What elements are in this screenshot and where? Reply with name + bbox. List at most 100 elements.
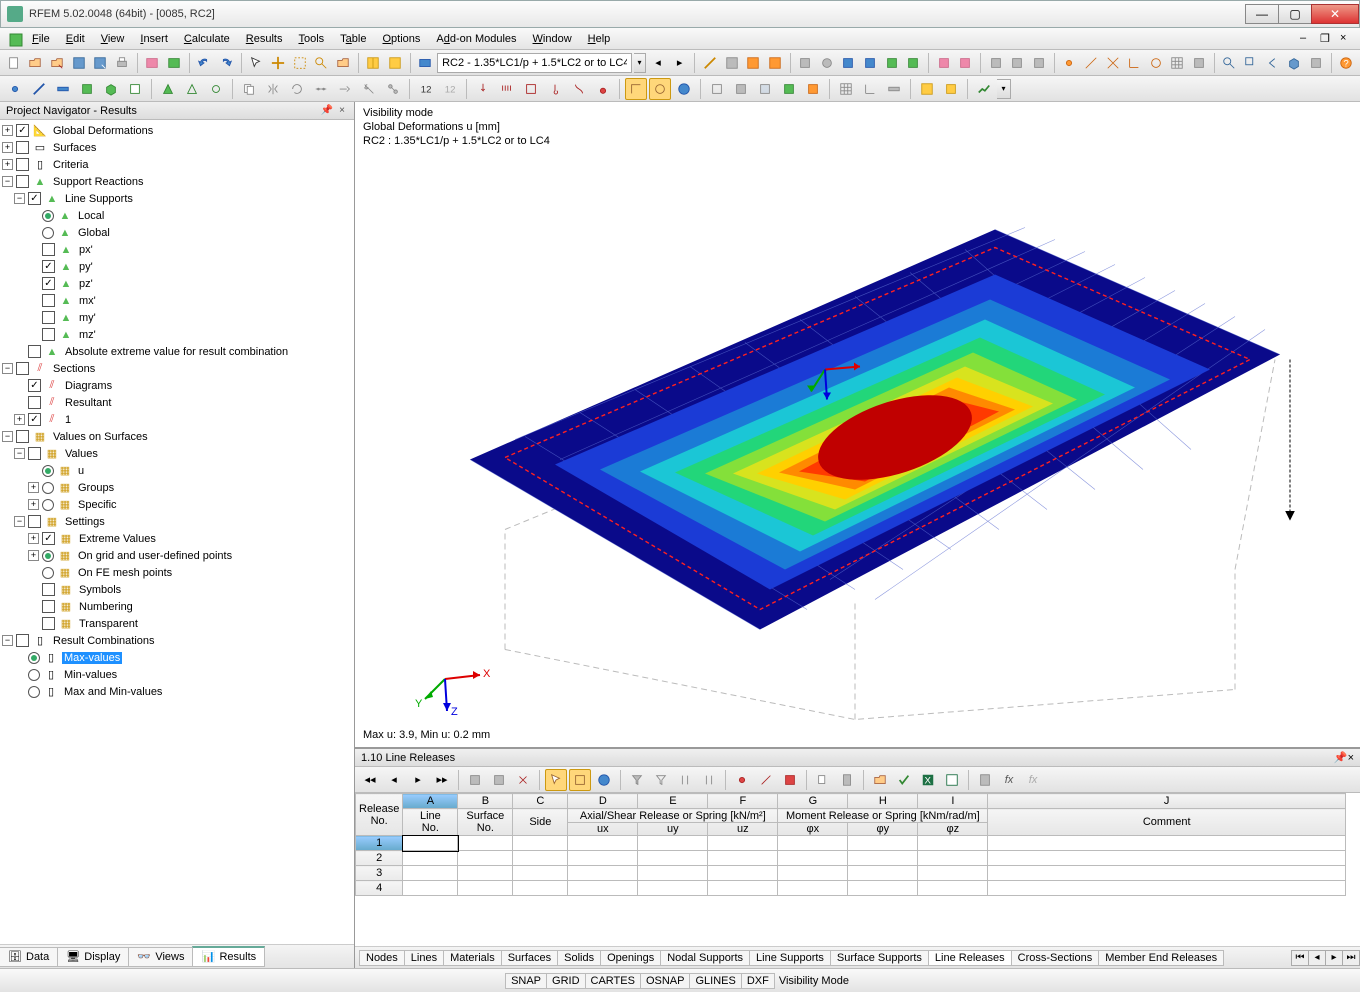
checkbox[interactable] [16, 634, 29, 647]
bp-edit-button[interactable] [464, 769, 486, 791]
tool-h-button[interactable] [956, 52, 976, 74]
view3d-button[interactable] [1284, 52, 1304, 74]
bp-excel2-button[interactable] [941, 769, 963, 791]
saveas-button[interactable] [90, 52, 110, 74]
tree-resultant[interactable]: Resultant [63, 397, 113, 409]
bp-copy-button[interactable] [812, 769, 834, 791]
render-solid-button[interactable] [730, 78, 752, 100]
checkbox[interactable] [28, 447, 41, 460]
ortho-button[interactable] [625, 78, 647, 100]
snap-center-button[interactable] [1146, 52, 1166, 74]
help-button[interactable]: ? [1337, 52, 1357, 74]
tree-transparent[interactable]: Transparent [77, 618, 140, 630]
load-surf-icon[interactable] [520, 78, 542, 100]
table-row[interactable]: 4 [356, 881, 1346, 896]
tool-a-button[interactable] [796, 52, 816, 74]
checkbox[interactable]: ✓ [28, 413, 41, 426]
checkbox[interactable] [28, 515, 41, 528]
render-tex-button[interactable] [802, 78, 824, 100]
tree-section-1[interactable]: 1 [63, 414, 73, 426]
zoom-prev-button[interactable] [1263, 52, 1283, 74]
loadcase-combo[interactable] [437, 53, 632, 73]
tree-sections[interactable]: Sections [51, 363, 97, 375]
tab-member-end-releases[interactable]: Member End Releases [1098, 950, 1224, 966]
col-I[interactable]: I [918, 794, 988, 809]
checkbox[interactable]: ✓ [42, 260, 55, 273]
render-trans-button[interactable] [754, 78, 776, 100]
navigator-close-icon[interactable]: × [336, 105, 348, 116]
checkbox[interactable]: ✓ [28, 379, 41, 392]
col-J[interactable]: J [988, 794, 1346, 809]
selectbox-button[interactable] [290, 52, 310, 74]
open-button[interactable] [26, 52, 46, 74]
member-icon[interactable] [52, 78, 74, 100]
undo-button[interactable] [195, 52, 215, 74]
tree-diagrams[interactable]: Diagrams [63, 380, 114, 392]
render-wire-button[interactable] [706, 78, 728, 100]
mirror-button[interactable] [262, 78, 284, 100]
grid-button[interactable] [835, 78, 857, 100]
checkbox[interactable] [42, 583, 55, 596]
results-toggle2-button[interactable] [765, 52, 785, 74]
menu-edit[interactable]: Edit [58, 31, 93, 47]
navtab-results[interactable]: 📊Results [192, 946, 265, 967]
checkbox[interactable] [16, 430, 29, 443]
bp-surf-icon[interactable] [779, 769, 801, 791]
radio[interactable] [42, 227, 54, 239]
collapse-icon[interactable]: − [2, 635, 13, 646]
tab-openings[interactable]: Openings [600, 950, 661, 966]
tree-maxminvalues[interactable]: Max and Min-values [62, 686, 164, 698]
checkbox[interactable] [42, 243, 55, 256]
tool-k-button[interactable] [1029, 52, 1049, 74]
checkbox[interactable]: ✓ [28, 192, 41, 205]
tree-global-deformations[interactable]: Global Deformations [51, 125, 155, 137]
connect-button[interactable] [382, 78, 404, 100]
tab-lines[interactable]: Lines [404, 950, 444, 966]
tab-line-releases[interactable]: Line Releases [928, 950, 1012, 966]
menu-file[interactable]: File [24, 31, 58, 47]
col-C[interactable]: C [513, 794, 568, 809]
menu-view[interactable]: View [93, 31, 133, 47]
bp-prev-button[interactable]: ◂ [383, 769, 405, 791]
tool-e-button[interactable] [882, 52, 902, 74]
col-G[interactable]: G [778, 794, 848, 809]
loadcase-dropdown[interactable]: ▾ [634, 53, 646, 73]
bp-filter2-button[interactable] [650, 769, 672, 791]
manager-button[interactable] [164, 52, 184, 74]
tree-settings[interactable]: Settings [63, 516, 107, 528]
bp-next-table-button[interactable]: ▸▸ [431, 769, 453, 791]
checkbox[interactable] [42, 617, 55, 630]
tab-nodes[interactable]: Nodes [359, 950, 405, 966]
support-icon[interactable] [157, 78, 179, 100]
expand-icon[interactable]: + [28, 550, 39, 561]
load-imp-icon[interactable] [568, 78, 590, 100]
zoom-fit-button[interactable] [1220, 52, 1240, 74]
tab-line-supports[interactable]: Line Supports [749, 950, 831, 966]
bp-select2-button[interactable] [569, 769, 591, 791]
bp-delete-button[interactable] [512, 769, 534, 791]
tab-nav-prev[interactable]: ◂ [1308, 950, 1326, 966]
calc2-button[interactable] [722, 52, 742, 74]
copy-button[interactable] [238, 78, 260, 100]
find-button[interactable] [311, 52, 331, 74]
render-color-button[interactable] [778, 78, 800, 100]
status-dxf[interactable]: DXF [741, 973, 775, 989]
tree-ongrid[interactable]: On grid and user-defined points [76, 550, 234, 562]
col-B[interactable]: B [458, 794, 513, 809]
tree-line-supports[interactable]: Line Supports [63, 193, 135, 205]
col-A[interactable]: A [403, 794, 458, 809]
radio[interactable] [28, 652, 40, 664]
node-icon[interactable] [4, 78, 26, 100]
radio[interactable] [28, 686, 40, 698]
bp-fx-button[interactable]: fx [998, 769, 1020, 791]
next-lc-button[interactable]: ▸ [670, 52, 690, 74]
checkbox[interactable] [28, 345, 41, 358]
maximize-button[interactable]: ▢ [1278, 4, 1312, 24]
radio[interactable] [42, 482, 54, 494]
window-split-button[interactable] [363, 52, 383, 74]
chart-dropdown[interactable]: ▾ [997, 79, 1011, 99]
results-toggle-button[interactable] [743, 52, 763, 74]
loadcase-icon[interactable] [415, 52, 435, 74]
navtab-data[interactable]: 🗄Data [0, 947, 58, 967]
table-row[interactable]: 2 [356, 851, 1346, 866]
